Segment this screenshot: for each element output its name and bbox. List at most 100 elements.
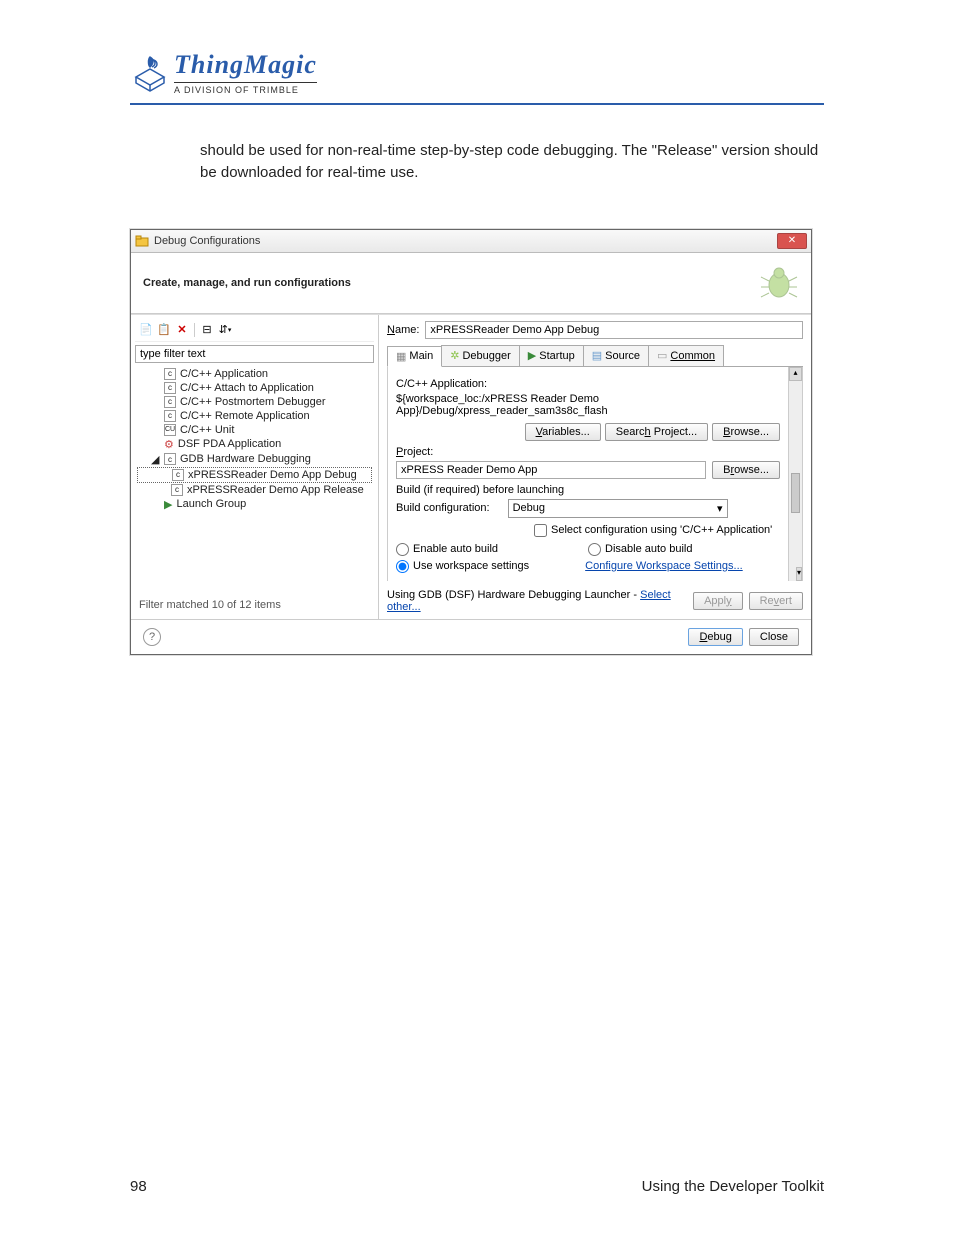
close-dialog-button[interactable]: Close (749, 628, 799, 646)
dialog-header: Create, manage, and run configurations (131, 253, 811, 314)
tree-item[interactable]: c C/C++ Application (137, 367, 372, 381)
tree-item[interactable]: c C/C++ Remote Application (137, 409, 372, 423)
tree-item[interactable]: c xPRESSReader Demo App Release (137, 483, 372, 497)
app-label: C/C++ Application: (396, 378, 794, 390)
tree-item-label: C/C++ Attach to Application (180, 382, 314, 394)
tab-main-label: Main (409, 350, 433, 362)
c-icon: c (164, 396, 176, 408)
filter-input[interactable] (135, 345, 374, 363)
logo-name: ThingMagic (174, 50, 317, 80)
variables-button[interactable]: Variables... (525, 423, 601, 441)
enable-auto-label: Enable auto build (413, 543, 498, 555)
build-before-label: Build (if required) before launching (396, 484, 794, 496)
left-toolbar: 📄 📋 ✕ ⊟ ⇵▾ (135, 319, 374, 342)
tab-startup-label: Startup (539, 350, 574, 362)
tab-common[interactable]: ▭Common (648, 345, 724, 366)
tab-debugger-label: Debugger (462, 350, 510, 362)
tree-item-label: DSF PDA Application (178, 438, 281, 450)
project-label: Project: (396, 446, 794, 458)
tab-main[interactable]: ▦Main (387, 346, 442, 367)
separator (194, 323, 195, 337)
dialog-titlebar[interactable]: Debug Configurations ✕ (131, 230, 811, 253)
bug-icon (759, 263, 799, 303)
tree-item[interactable]: ◢cGDB Hardware Debugging (137, 452, 372, 467)
configure-workspace-link[interactable]: Configure Workspace Settings... (585, 560, 743, 573)
tree-item-label: Launch Group (176, 498, 246, 510)
dialog-footer: ? Debug Close (131, 619, 811, 654)
search-project-button[interactable]: Search Project... (605, 423, 708, 441)
tree-item-label: C/C++ Application (180, 368, 268, 380)
tab-source[interactable]: ▤Source (583, 345, 649, 366)
use-workspace-radio[interactable]: Use workspace settings (396, 560, 529, 573)
help-icon[interactable]: ? (143, 628, 161, 646)
dialog-subtitle: Create, manage, and run configurations (143, 277, 351, 289)
page-footer: 98 Using the Developer Toolkit (130, 1178, 824, 1195)
debug-configurations-dialog: Debug Configurations ✕ Create, manage, a… (130, 229, 812, 655)
filter-icon[interactable]: ⇵▾ (217, 322, 233, 338)
chevron-down-icon: ▾ (717, 502, 723, 515)
scrollbar[interactable]: ▴ (788, 367, 802, 581)
page-header: ThingMagic A DIVISION OF TRIMBLE (130, 50, 824, 105)
build-config-label: Build configuration: (396, 502, 490, 514)
tree-item-label: C/C++ Remote Application (180, 410, 310, 422)
tree-item[interactable]: CUC/C++ Unit (137, 423, 372, 437)
tree-item-label: C/C++ Postmortem Debugger (180, 396, 326, 408)
tab-startup[interactable]: ▶Startup (519, 345, 584, 366)
use-workspace-label: Use workspace settings (413, 560, 529, 572)
collapse-icon[interactable]: ⊟ (199, 322, 215, 338)
c-icon: CU (164, 424, 176, 436)
name-input[interactable] (425, 321, 803, 339)
app-value: ${workspace_loc:/xPRESS Reader Demo App}… (396, 393, 794, 417)
tree-item[interactable]: c C/C++ Postmortem Debugger (137, 395, 372, 409)
c-icon: c (164, 368, 176, 380)
gear-icon: ⚙ (164, 438, 174, 451)
tabs: ▦Main ✲Debugger ▶Startup ▤Source ▭Common (387, 345, 803, 367)
debug-button[interactable]: Debug (688, 628, 742, 646)
config-tree[interactable]: cC/C++ ApplicationcC/C++ Attach to Appli… (135, 363, 374, 595)
revert-button[interactable]: Revert (749, 592, 803, 610)
close-button[interactable]: ✕ (777, 233, 807, 249)
footer-title: Using the Developer Toolkit (642, 1178, 824, 1195)
logo: ThingMagic A DIVISION OF TRIMBLE (130, 50, 824, 95)
tree-item-label: xPRESSReader Demo App Debug (188, 469, 357, 481)
body-paragraph: should be used for non-real-time step-by… (200, 140, 824, 184)
new-config-icon[interactable]: 📄 (138, 322, 154, 338)
name-label: Name: (387, 324, 419, 336)
tree-item-label: xPRESSReader Demo App Release (187, 484, 364, 496)
apply-button[interactable]: Apply (693, 592, 743, 610)
logo-icon (130, 53, 170, 93)
tree-item[interactable]: ▶Launch Group (137, 497, 372, 512)
c-icon: c (164, 453, 176, 465)
launcher-text: Using GDB (DSF) Hardware Debugging Launc… (387, 589, 693, 613)
browse-app-button[interactable]: Browse... (712, 423, 780, 441)
tree-item[interactable]: cC/C++ Attach to Application (137, 381, 372, 395)
select-config-label: Select configuration using 'C/C++ Applic… (551, 524, 772, 536)
c-icon: c (164, 410, 176, 422)
disable-auto-label: Disable auto build (605, 543, 692, 555)
main-tab-content: ▴ C/C++ Application: ${workspace_loc:/xP… (387, 367, 803, 581)
page-number: 98 (130, 1178, 147, 1195)
select-config-checkbox[interactable]: Select configuration using 'C/C++ Applic… (534, 524, 794, 537)
enable-auto-build-radio[interactable]: Enable auto build (396, 543, 498, 556)
delete-icon[interactable]: ✕ (174, 322, 190, 338)
scroll-thumb[interactable] (791, 473, 800, 513)
filter-status: Filter matched 10 of 12 items (135, 595, 374, 615)
tree-item[interactable]: cxPRESSReader Demo App Debug (137, 467, 372, 483)
project-input[interactable] (396, 461, 706, 479)
logo-subtitle: A DIVISION OF TRIMBLE (174, 82, 317, 95)
folder-icon (135, 234, 149, 248)
scroll-up-icon[interactable]: ▴ (789, 367, 802, 381)
browse-project-button[interactable]: Browse... (712, 461, 780, 479)
disable-auto-build-radio[interactable]: Disable auto build (588, 543, 692, 556)
tab-debugger[interactable]: ✲Debugger (441, 345, 520, 366)
tree-item[interactable]: ⚙ DSF PDA Application (137, 437, 372, 452)
c-icon: c (171, 484, 183, 496)
tab-source-label: Source (605, 350, 640, 362)
dialog-title-text: Debug Configurations (154, 235, 260, 247)
right-panel: Name: ▦Main ✲Debugger ▶Startup ▤Source ▭… (379, 315, 811, 619)
tab-common-label: Common (670, 350, 715, 362)
build-config-select[interactable]: Debug▾ (508, 499, 728, 518)
tree-item-label: GDB Hardware Debugging (180, 453, 311, 465)
duplicate-icon[interactable]: 📋 (156, 322, 172, 338)
scroll-down-icon[interactable]: ▾ (796, 567, 802, 581)
